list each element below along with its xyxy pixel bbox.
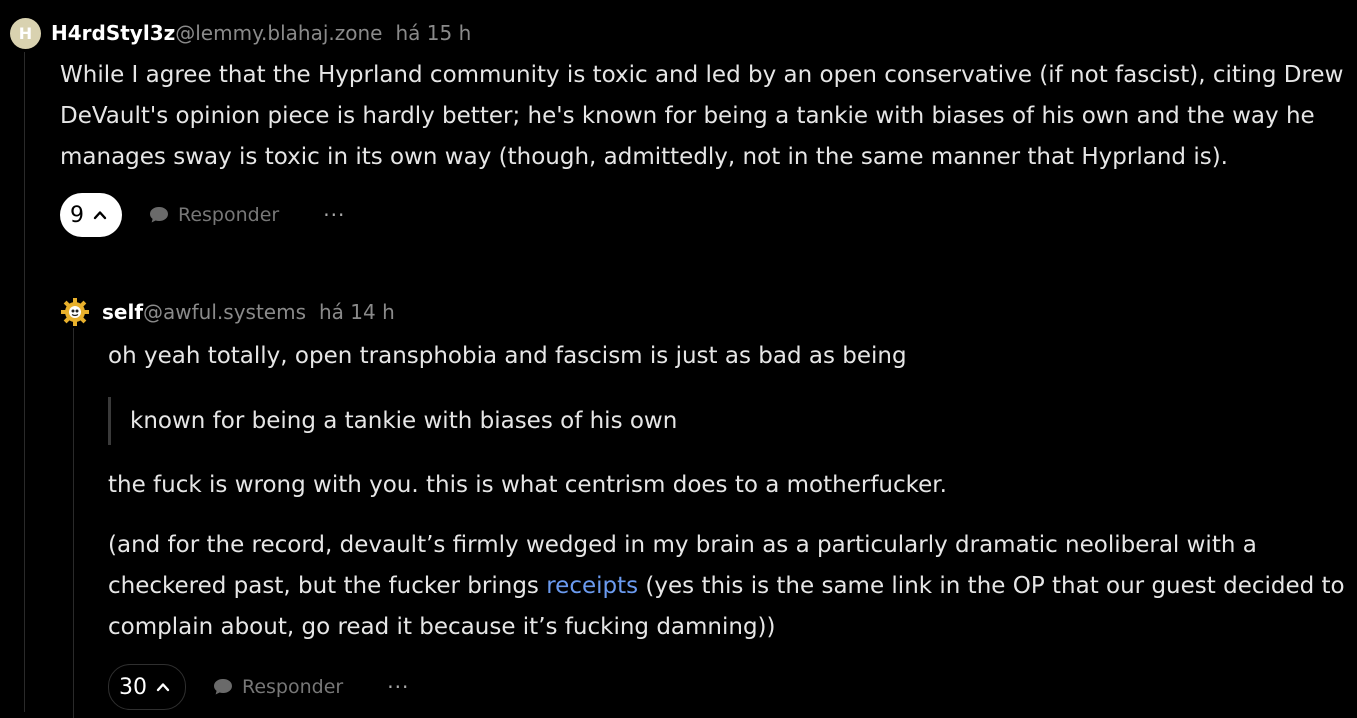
chevron-up-icon xyxy=(93,211,107,220)
reply-label: Responder xyxy=(242,676,344,698)
instance-name[interactable]: @awful.systems xyxy=(143,300,306,324)
comment-bubble-icon xyxy=(150,207,168,223)
more-options-button[interactable]: ··· xyxy=(387,675,409,699)
more-options-button[interactable]: ··· xyxy=(323,203,345,227)
comment-bubble-icon xyxy=(214,679,232,695)
instance-name[interactable]: @lemmy.blahaj.zone xyxy=(175,21,382,45)
comment-header: H H4rdStyl3z @lemmy.blahaj.zone há 15 h xyxy=(10,17,1350,49)
reply-button[interactable]: Responder xyxy=(148,204,279,226)
comment-paragraph: (and for the record, devault’s firmly we… xyxy=(108,525,1350,648)
vote-count: 9 xyxy=(70,202,84,228)
username[interactable]: H4rdStyl3z xyxy=(51,21,175,45)
timestamp: há 15 h xyxy=(395,21,472,45)
comment-paragraph: While I agree that the Hyprland communit… xyxy=(60,62,1344,170)
comment-paragraph: the fuck is wrong with you. this is what… xyxy=(108,472,947,498)
vote-count: 30 xyxy=(119,674,147,700)
comment-body: While I agree that the Hyprland communit… xyxy=(60,55,1350,178)
upvote-button[interactable]: 30 xyxy=(108,664,186,710)
avatar[interactable]: H xyxy=(10,17,41,49)
receipts-link[interactable]: receipts xyxy=(546,573,638,599)
reply-button[interactable]: Responder xyxy=(212,676,343,698)
timestamp: há 14 h xyxy=(319,300,395,324)
comment-paragraph: oh yeah totally, open transphobia and fa… xyxy=(108,343,907,369)
blockquote: known for being a tankie with biases of … xyxy=(108,397,1350,445)
comment: self @awful.systems há 14 h oh yeah tota… xyxy=(60,296,1350,710)
gear-avatar-icon[interactable] xyxy=(60,297,90,327)
chevron-up-icon xyxy=(156,683,170,692)
comment-header: self @awful.systems há 14 h xyxy=(60,296,1350,328)
comment: H H4rdStyl3z @lemmy.blahaj.zone há 15 h … xyxy=(10,17,1350,238)
username[interactable]: self xyxy=(102,300,143,324)
comment-actions: 9 Responder ··· xyxy=(60,192,1350,238)
reply-label: Responder xyxy=(178,204,280,226)
upvote-button[interactable]: 9 xyxy=(60,193,122,237)
comment-body: oh yeah totally, open transphobia and fa… xyxy=(108,336,1350,648)
comment-actions: 30 Responder ··· xyxy=(108,664,1350,710)
